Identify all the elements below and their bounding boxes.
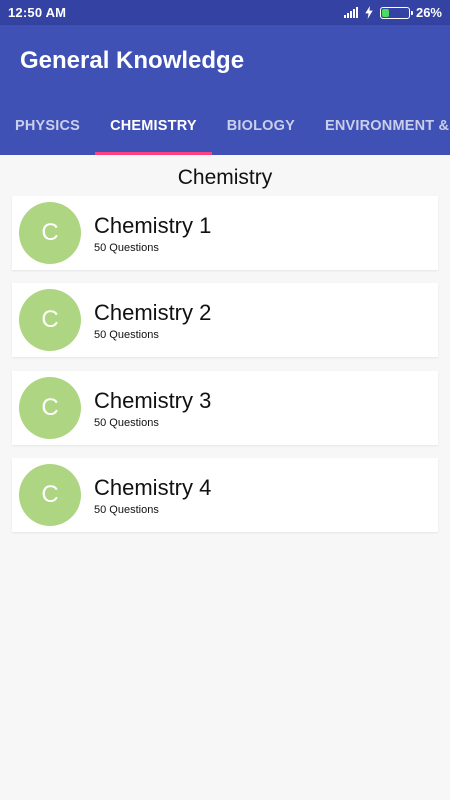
avatar: C [19, 464, 81, 526]
item-title: Chemistry 3 [94, 387, 212, 413]
signal-icon [343, 7, 358, 18]
main-content: Chemistry C Chemistry 1 50 Questions C C… [0, 155, 450, 800]
section-title: Chemistry [177, 166, 273, 189]
app-bar: General Knowledge PHYSICS CHEMISTRY BIOL… [0, 25, 450, 155]
item-subtitle: 50 Questions [94, 416, 159, 429]
list-item-chemistry-2[interactable]: C Chemistry 2 50 Questions [12, 283, 438, 357]
tab-physics[interactable]: PHYSICS [0, 97, 95, 155]
item-subtitle: 50 Questions [94, 328, 159, 341]
battery-percent: 26% [415, 5, 442, 20]
battery-icon [379, 6, 413, 19]
tab-chemistry[interactable]: CHEMISTRY [95, 97, 212, 155]
item-subtitle: 50 Questions [94, 503, 159, 516]
tab-label: BIOLOGY [226, 118, 295, 134]
tab-label: ENVIRONMENT & EC [324, 118, 450, 134]
tab-bar: PHYSICS CHEMISTRY BIOLOGY ENVIRONMENT & … [0, 97, 450, 155]
app-title: General Knowledge [20, 47, 245, 74]
item-title: Chemistry 1 [94, 212, 212, 238]
tab-environment[interactable]: ENVIRONMENT & EC [310, 97, 450, 155]
battery-level-fill [381, 8, 390, 17]
avatar: C [19, 202, 81, 264]
tab-label: CHEMISTRY [110, 118, 197, 134]
list-item-chemistry-1[interactable]: C Chemistry 1 50 Questions [12, 196, 438, 270]
status-bar: 12:50 AM 26% [0, 0, 450, 25]
list-item-chemistry-4[interactable]: C Chemistry 4 50 Questions [12, 458, 438, 532]
avatar: C [19, 289, 81, 351]
charging-icon [365, 6, 373, 19]
status-icons: 26% [343, 5, 442, 20]
item-title: Chemistry 4 [94, 474, 212, 500]
item-title: Chemistry 2 [94, 299, 212, 325]
item-subtitle: 50 Questions [94, 241, 159, 254]
list-item-chemistry-3[interactable]: C Chemistry 3 50 Questions [12, 371, 438, 445]
status-time: 12:50 AM [8, 5, 67, 20]
tab-biology[interactable]: BIOLOGY [212, 97, 310, 155]
tab-label: PHYSICS [15, 118, 81, 134]
avatar: C [19, 377, 81, 439]
